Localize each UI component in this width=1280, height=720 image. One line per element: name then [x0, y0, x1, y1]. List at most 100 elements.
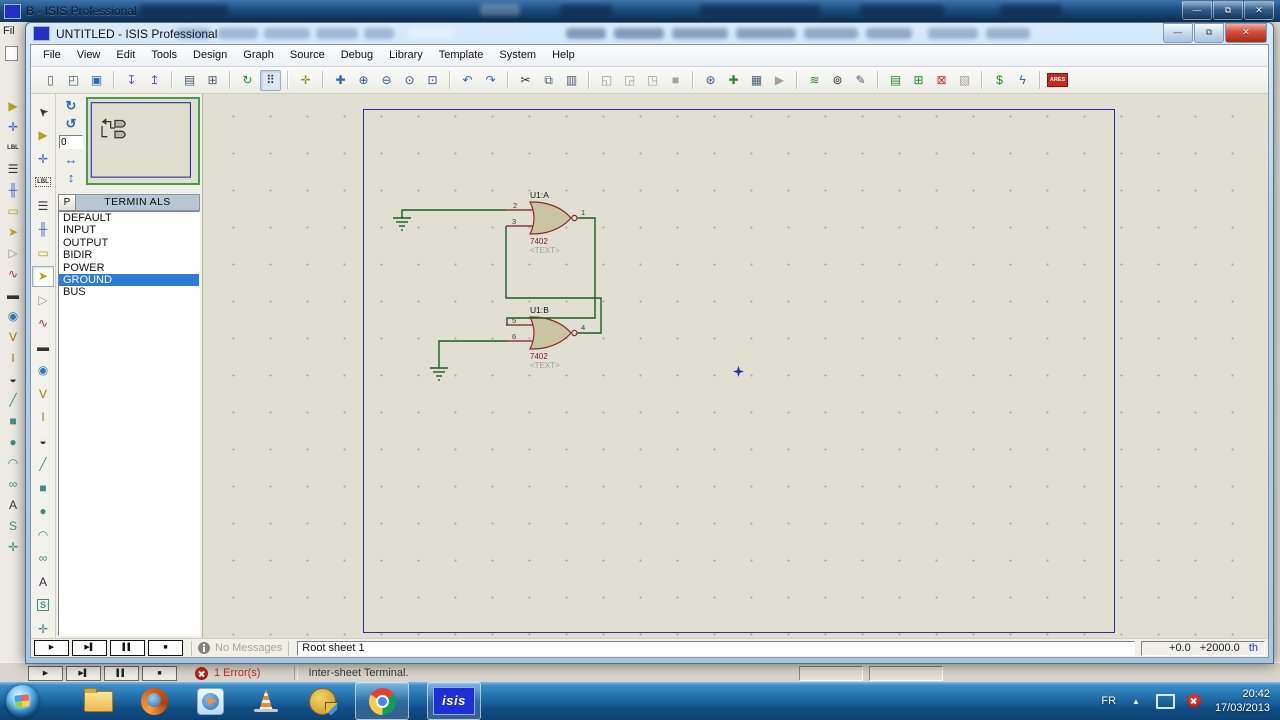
restore-button[interactable]: ⧉	[1194, 23, 1224, 43]
device-pins-icon[interactable]: ▷	[3, 245, 23, 262]
play-button[interactable]: ▶	[28, 665, 63, 681]
print-button[interactable]: ▤	[179, 70, 200, 91]
bill-of-materials-button[interactable]: $	[989, 70, 1010, 91]
menu-tools[interactable]: Tools	[143, 45, 185, 66]
gate-u1a[interactable]	[529, 201, 578, 235]
2d-text-mode-button[interactable]: A	[32, 571, 54, 592]
zoom-all-button[interactable]: ⊙	[399, 70, 420, 91]
device-pins-mode-button[interactable]: ▷	[32, 289, 54, 310]
background-close-button[interactable]: ✕	[1244, 1, 1274, 20]
menu-graph[interactable]: Graph	[235, 45, 282, 66]
2d-marker-mode-button[interactable]: ✛	[32, 618, 54, 639]
block-rotate-button[interactable]: ◳	[642, 70, 663, 91]
component-mode-button[interactable]: ▶	[32, 125, 54, 146]
component-mode-icon[interactable]: ▶	[3, 98, 23, 115]
schematic-preview[interactable]	[86, 97, 200, 185]
text-script-icon[interactable]: ☰	[3, 161, 23, 178]
packaging-tool-button[interactable]: ▦	[746, 70, 767, 91]
toggle-grid-button[interactable]: ⠿	[260, 69, 281, 91]
zoom-in-button[interactable]: ⊕	[353, 70, 374, 91]
2d-box-icon[interactable]: ■	[3, 413, 23, 430]
junction-dot-mode-button[interactable]: ✛	[32, 148, 54, 169]
graph-icon[interactable]: ∿	[3, 266, 23, 283]
buses-icon[interactable]: ╫	[3, 182, 23, 199]
pick-parts-button[interactable]: ⊛	[700, 70, 721, 91]
voltage-probe-icon[interactable]: V	[3, 329, 23, 346]
tape-recorder-icon[interactable]: ▬	[3, 287, 23, 304]
2d-box-mode-button[interactable]: ■	[32, 477, 54, 498]
2d-marker-icon[interactable]: ✛	[3, 539, 23, 556]
cut-button[interactable]: ✂	[515, 70, 536, 91]
generator-icon[interactable]: ◉	[3, 308, 23, 325]
taskbar-vlc-button[interactable]	[251, 683, 281, 719]
wire-autorouter-button[interactable]: ≋	[804, 70, 825, 91]
paste-button[interactable]: ▥	[561, 70, 582, 91]
tape-recorder-mode-button[interactable]: ▬	[32, 336, 54, 357]
action-center-icon[interactable]	[1186, 694, 1201, 708]
electrical-rule-check-button[interactable]: ϟ	[1012, 70, 1033, 91]
pause-button[interactable]: ▌▌	[104, 665, 139, 681]
wire-label-mode-button[interactable]: LBL	[32, 172, 54, 193]
list-item-input[interactable]: INPUT	[59, 224, 199, 236]
list-item-output[interactable]: OUTPUT	[59, 237, 199, 249]
search-tag-button[interactable]: ⊚	[827, 70, 848, 91]
pause-button[interactable]: ▌▌	[110, 640, 145, 656]
design-explorer-button[interactable]: ▤	[885, 70, 906, 91]
menu-edit[interactable]: Edit	[108, 45, 143, 66]
selection-pointer-button[interactable]: ➤	[32, 101, 54, 122]
import-section-button[interactable]: ↧	[121, 70, 142, 91]
copy-button[interactable]: ⧉	[538, 70, 559, 91]
gate-u1b[interactable]	[529, 316, 578, 350]
background-file-menu[interactable]: Fil	[3, 25, 15, 37]
block-move-button[interactable]: ◲	[619, 70, 640, 91]
clock[interactable]: 20:42 17/03/2013	[1215, 687, 1270, 715]
graph-mode-button[interactable]: ∿	[32, 313, 54, 334]
make-device-button[interactable]: ✚	[723, 70, 744, 91]
2d-arc-icon[interactable]: ◠	[3, 455, 23, 472]
background-restore-button[interactable]: ⧉	[1213, 1, 1243, 20]
2d-symbol-icon[interactable]: S	[3, 518, 23, 535]
menu-source[interactable]: Source	[282, 45, 333, 66]
text-script-mode-button[interactable]: ☰	[32, 195, 54, 216]
taskbar-chrome-button[interactable]	[355, 682, 409, 720]
2d-path-mode-button[interactable]: ∞	[32, 548, 54, 569]
wires[interactable]	[401, 209, 602, 368]
stop-button[interactable]: ■	[142, 665, 177, 681]
schematic-canvas[interactable]: U1:A 7402 <TEXT> 2 3 1 U1:B 7402 <TEXT> …	[203, 94, 1268, 638]
current-probe-mode-button[interactable]: I	[32, 407, 54, 428]
remove-sheet-button[interactable]: ⊠	[931, 70, 952, 91]
2d-circle-mode-button[interactable]: ●	[32, 501, 54, 522]
current-probe-icon[interactable]: I	[3, 350, 23, 367]
list-item-default[interactable]: DEFAULT	[59, 212, 199, 224]
show-hidden-icons-button[interactable]: ▲	[1132, 697, 1140, 706]
titlebar[interactable]: UNTITLED - ISIS Professional — ⧉ ✕	[26, 23, 1273, 44]
step-button[interactable]: ▶▌	[72, 640, 107, 656]
taskbar-isis-button[interactable]: isis	[427, 682, 481, 720]
list-item-bus[interactable]: BUS	[59, 286, 199, 298]
virtual-instruments-icon[interactable]: ◒	[3, 371, 23, 388]
subcircuit-mode-button[interactable]: ▭	[32, 242, 54, 263]
buses-mode-button[interactable]: ╫	[32, 219, 54, 240]
new-sheet-button[interactable]: ⊞	[908, 70, 929, 91]
junction-dot-icon[interactable]: ✛	[3, 119, 23, 136]
block-copy-button[interactable]: ◱	[596, 70, 617, 91]
list-item-bidir[interactable]: BIDIR	[59, 249, 199, 261]
taskbar-explorer-button[interactable]	[83, 683, 113, 719]
save-document-button[interactable]: ▣	[86, 70, 107, 91]
2d-line-mode-button[interactable]: ╱	[32, 454, 54, 475]
menu-design[interactable]: Design	[185, 45, 235, 66]
step-button[interactable]: ▶▌	[66, 665, 101, 681]
rotation-angle-field[interactable]	[59, 135, 83, 149]
network-icon[interactable]	[1155, 693, 1175, 709]
open-document-button[interactable]: ◰	[63, 70, 84, 91]
subcircuit-icon[interactable]: ▭	[3, 203, 23, 220]
redo-button[interactable]: ↷	[480, 70, 501, 91]
zoom-out-button[interactable]: ⊖	[376, 70, 397, 91]
ares-netlist-button[interactable]: ARES	[1046, 70, 1069, 91]
wire-label-icon[interactable]: LBL	[3, 140, 23, 157]
decompose-button[interactable]: ▶	[769, 70, 790, 91]
zoom-area-button[interactable]: ⊡	[422, 70, 443, 91]
rotate-clockwise-button[interactable]: ↻	[61, 97, 81, 115]
close-button[interactable]: ✕	[1225, 23, 1267, 43]
menu-template[interactable]: Template	[431, 45, 492, 66]
